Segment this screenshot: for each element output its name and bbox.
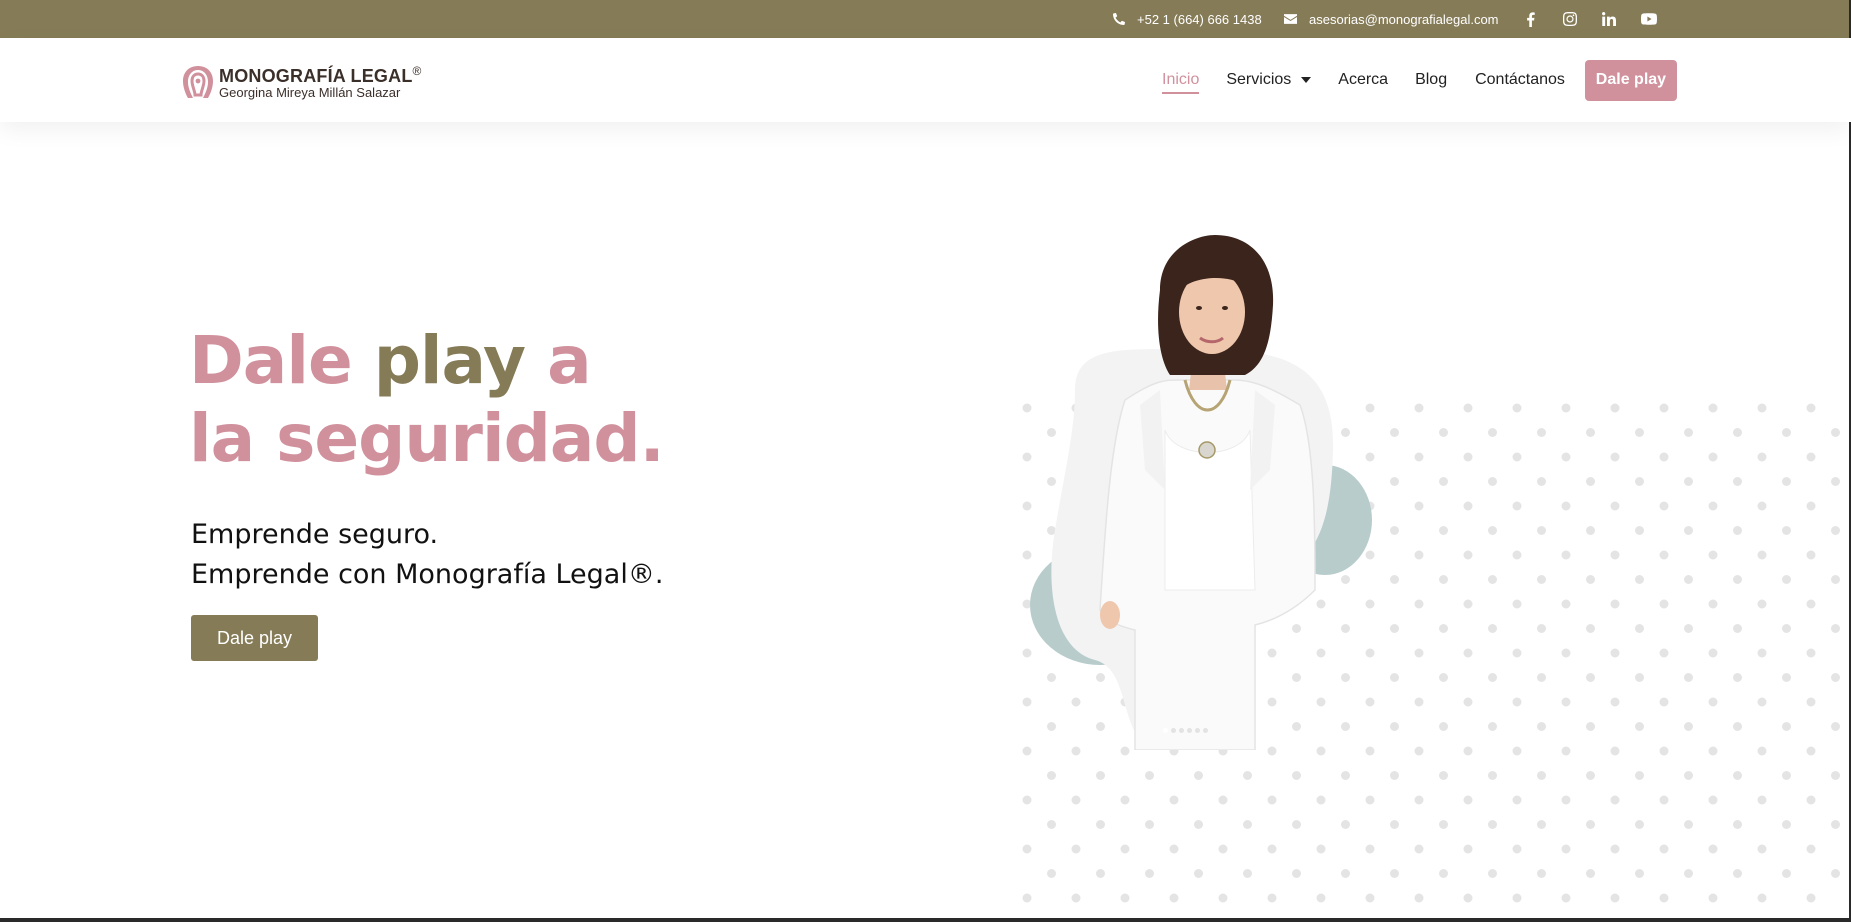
hero-subtitle-line1: Emprende seguro. xyxy=(191,519,439,550)
nav-item-label: Servicios xyxy=(1226,71,1292,88)
hero-title-part1: Dale xyxy=(189,322,374,399)
youtube-icon[interactable] xyxy=(1639,9,1659,29)
hero-title-part2: a xyxy=(525,322,592,399)
phone-icon xyxy=(1113,13,1125,25)
carousel-dot[interactable] xyxy=(1171,728,1176,733)
brand-logo[interactable]: MONOGRAFÍA LEGAL® Georgina Mireya Millán… xyxy=(182,62,422,102)
hero-portrait-illustration xyxy=(1030,235,1372,750)
registered-mark: ® xyxy=(412,64,422,78)
carousel-dot[interactable] xyxy=(1163,728,1168,733)
site-header: MONOGRAFÍA LEGAL® Georgina Mireya Millán… xyxy=(0,38,1851,122)
phone-contact[interactable]: +52 1 (664) 666 1438 xyxy=(1113,0,1262,38)
window-bottom-edge xyxy=(0,918,1851,922)
hero-subtitle-line2: Emprende con Monografía Legal®. xyxy=(191,559,664,590)
instagram-icon[interactable] xyxy=(1560,9,1580,29)
hero-cta-button[interactable]: Dale play xyxy=(191,615,318,661)
brand-title: MONOGRAFÍA LEGAL® xyxy=(219,64,422,86)
carousel-dot[interactable] xyxy=(1203,728,1208,733)
main-nav: Inicio Servicios Acerca Blog Contáctanos… xyxy=(1162,38,1677,122)
hero-title: Dale play a la seguridad. xyxy=(189,322,665,478)
top-contact-bar: +52 1 (664) 666 1438 asesorias@monografi… xyxy=(0,0,1851,38)
hero-title-line2: la seguridad. xyxy=(189,400,665,477)
nav-item-inicio[interactable]: Inicio xyxy=(1162,71,1200,94)
carousel-dot[interactable] xyxy=(1195,728,1200,733)
nav-item-servicios[interactable]: Servicios xyxy=(1226,71,1312,89)
header-cta-button[interactable]: Dale play xyxy=(1584,59,1677,101)
hero-title-accent: play xyxy=(373,322,526,399)
caret-down-icon xyxy=(1301,77,1312,83)
carousel-dot[interactable] xyxy=(1179,728,1184,733)
carousel-dot[interactable] xyxy=(1187,728,1192,733)
envelope-icon xyxy=(1284,14,1297,24)
nav-item-blog[interactable]: Blog xyxy=(1415,71,1447,89)
nav-item-contactanos[interactable]: Contáctanos xyxy=(1475,71,1565,89)
linkedin-icon[interactable] xyxy=(1599,9,1619,29)
email-contact[interactable]: asesorias@monografialegal.com xyxy=(1284,0,1499,38)
brand-logo-mark xyxy=(183,66,213,98)
nav-item-acerca[interactable]: Acerca xyxy=(1338,71,1388,89)
brand-subtitle: Georgina Mireya Millán Salazar xyxy=(219,85,401,100)
email-address: asesorias@monografialegal.com xyxy=(1309,11,1499,27)
hero-subtitle: Emprende seguro. Emprende con Monografía… xyxy=(191,515,663,595)
carousel-indicator xyxy=(1163,728,1211,733)
facebook-icon[interactable] xyxy=(1520,9,1540,29)
phone-number: +52 1 (664) 666 1438 xyxy=(1137,11,1262,27)
